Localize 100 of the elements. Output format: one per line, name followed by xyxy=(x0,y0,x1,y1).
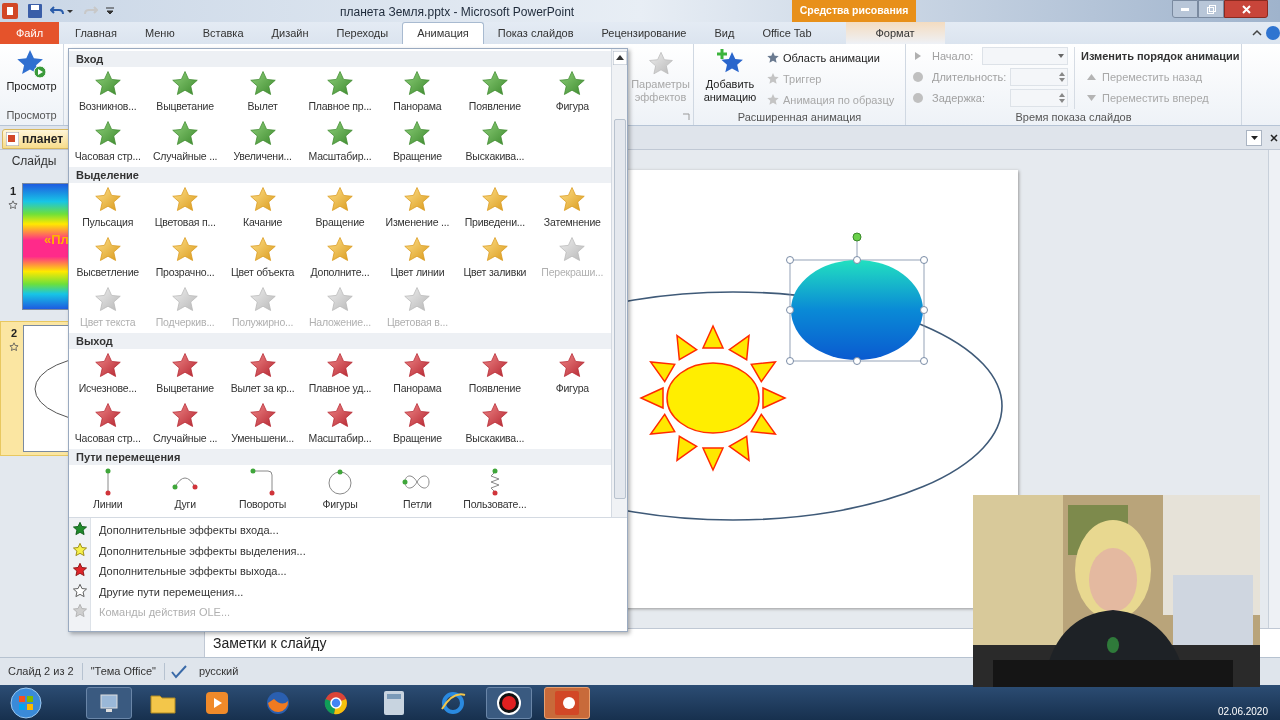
field-label: Длительность: xyxy=(932,69,1007,85)
animation-effect[interactable]: Вылет за кр... xyxy=(223,349,302,399)
animation-effect[interactable]: Качание xyxy=(223,183,302,233)
browser-icon[interactable] xyxy=(324,690,348,715)
customize-icon[interactable] xyxy=(106,6,114,16)
vertical-scrollbar[interactable] xyxy=(1268,150,1280,628)
scroll-thumb[interactable] xyxy=(613,119,626,499)
animation-effect[interactable]: Случайные ... xyxy=(146,399,224,449)
animation-effect[interactable]: Плавное пр... xyxy=(301,67,379,117)
monitor-icon[interactable] xyxy=(99,692,119,713)
ribbon-tab[interactable]: Анимация xyxy=(402,22,484,44)
start-dropdown[interactable] xyxy=(982,47,1068,65)
spellcheck-icon[interactable] xyxy=(170,664,187,679)
ribbon-tab[interactable]: Показ слайдов xyxy=(483,22,588,44)
add-animation-button[interactable]: Добавить анимацию xyxy=(694,48,766,109)
animation-effect[interactable]: Появление xyxy=(456,349,534,399)
collapse-ribbon-icon[interactable] xyxy=(1252,29,1262,37)
animation-effect[interactable]: Выскакива... xyxy=(456,117,534,167)
browser-icon[interactable] xyxy=(440,690,466,715)
animation-effect[interactable]: Цвет линии xyxy=(378,233,457,283)
animation-effect[interactable]: Дуги xyxy=(146,465,224,515)
help-icon[interactable] xyxy=(1266,26,1280,40)
save-icon[interactable] xyxy=(28,4,42,18)
animation-effect[interactable]: Увеличени... xyxy=(223,117,302,167)
spinner-arrows-icon[interactable] xyxy=(1059,71,1065,83)
animation-effect[interactable]: Выцветание xyxy=(146,349,224,399)
animation-effect[interactable]: Масштабир... xyxy=(301,117,379,167)
animation-effect[interactable]: Цвет заливки xyxy=(456,233,534,283)
ribbon-tab[interactable]: Вид xyxy=(700,22,749,44)
spinner-field[interactable] xyxy=(1010,89,1068,107)
menu-item[interactable]: Другие пути перемещения... xyxy=(99,581,306,602)
animation-effect[interactable]: Появление xyxy=(456,67,534,117)
animation-effect[interactable]: Пульсация xyxy=(69,183,147,233)
ribbon-tab[interactable]: Меню xyxy=(130,22,189,44)
animation-effect[interactable]: Панорама xyxy=(378,67,457,117)
slide-title-text: «Пл xyxy=(44,232,69,247)
panel-tab[interactable]: Слайды xyxy=(0,150,68,172)
tab-list-button[interactable] xyxy=(1246,130,1262,146)
menu-item[interactable]: Дополнительные эффекты выделения... xyxy=(99,540,306,561)
ribbon-tab[interactable]: Office Tab xyxy=(748,22,826,44)
line-path-icon xyxy=(103,467,112,498)
animation-effect[interactable]: Выцветание xyxy=(146,67,224,117)
close-button[interactable] xyxy=(1224,0,1268,18)
animation-effect[interactable]: Вращение xyxy=(378,117,457,167)
animation-effect[interactable]: Приведени... xyxy=(456,183,534,233)
animation-effect[interactable]: Пользовате... xyxy=(456,465,534,515)
animation-effect[interactable]: Вращение xyxy=(378,399,457,449)
restore-button[interactable] xyxy=(1198,0,1224,18)
animation-effect[interactable]: Высветление xyxy=(69,233,147,283)
animation-effect[interactable]: Петли xyxy=(378,465,457,515)
menu-item[interactable]: Дополнительные эффекты входа... xyxy=(99,520,306,541)
animation-effect[interactable]: Выскакива... xyxy=(456,399,534,449)
animation-effect[interactable]: Дополните... xyxy=(301,233,379,283)
ribbon-tab[interactable]: Формат xyxy=(845,22,945,44)
animation-effect[interactable]: Масштабир... xyxy=(301,399,379,449)
animation-effect[interactable]: Уменьшени... xyxy=(223,399,302,449)
animation-effect[interactable]: Прозрачно... xyxy=(146,233,224,283)
planet-shape[interactable] xyxy=(786,232,928,365)
animation-effect[interactable]: Часовая стр... xyxy=(69,117,147,167)
presentation-app-icon[interactable] xyxy=(555,690,579,715)
animation-effect[interactable]: Плавное уд... xyxy=(301,349,379,399)
caret-icon[interactable] xyxy=(66,7,74,15)
animation-effect[interactable]: Линии xyxy=(69,465,147,515)
spinner-arrows-icon[interactable] xyxy=(1059,92,1065,104)
ribbon-tab[interactable]: Главная xyxy=(61,22,131,44)
animation-effect[interactable]: Цветовая п... xyxy=(146,183,224,233)
spinner-field[interactable] xyxy=(1010,68,1068,86)
record-icon[interactable] xyxy=(497,690,521,715)
gallery-scrollbar[interactable] xyxy=(611,49,627,517)
animation-effect[interactable]: Случайные ... xyxy=(146,117,224,167)
close-icon[interactable] xyxy=(1270,134,1278,142)
ribbon-command[interactable]: Область анимации xyxy=(766,49,895,67)
animation-effect[interactable]: Затемнение xyxy=(533,183,611,233)
animation-effect[interactable]: Панорама xyxy=(378,349,457,399)
animation-effect[interactable]: Повороты xyxy=(223,465,302,515)
animation-effect[interactable]: Цвет объекта xyxy=(223,233,302,283)
ribbon-tab[interactable]: Рецензирование xyxy=(587,22,701,44)
media-player-icon[interactable] xyxy=(206,691,228,714)
calculator-icon[interactable] xyxy=(384,690,404,715)
ribbon-tab[interactable]: Файл xyxy=(0,22,60,44)
preview-button[interactable]: Просмотр xyxy=(6,44,57,93)
ribbon-tab[interactable]: Переходы xyxy=(322,22,403,44)
minimize-button[interactable] xyxy=(1172,0,1198,18)
animation-effect[interactable]: Изменение ... xyxy=(378,183,457,233)
animation-effect[interactable]: Вращение xyxy=(301,183,379,233)
animation-effect[interactable]: Фигура xyxy=(533,349,611,399)
animation-effect[interactable]: Фигуры xyxy=(301,465,379,515)
animation-effect[interactable]: Вылет xyxy=(223,67,302,117)
app-icon[interactable] xyxy=(2,3,18,19)
animation-effect[interactable]: Возникнов... xyxy=(69,67,147,117)
animation-effect[interactable]: Часовая стр... xyxy=(69,399,147,449)
sun-drawing[interactable] xyxy=(639,324,787,472)
ribbon-tab[interactable]: Дизайн xyxy=(257,22,323,44)
menu-item[interactable]: Дополнительные эффекты выхода... xyxy=(99,561,306,582)
scroll-up-icon[interactable] xyxy=(612,51,627,65)
notes-field[interactable]: Заметки к слайду xyxy=(213,632,327,654)
animation-effect[interactable]: Фигура xyxy=(533,67,611,117)
animation-effect[interactable]: Исчезнове... xyxy=(69,349,147,399)
ribbon-tab[interactable]: Вставка xyxy=(188,22,258,44)
start-button[interactable] xyxy=(10,686,42,719)
